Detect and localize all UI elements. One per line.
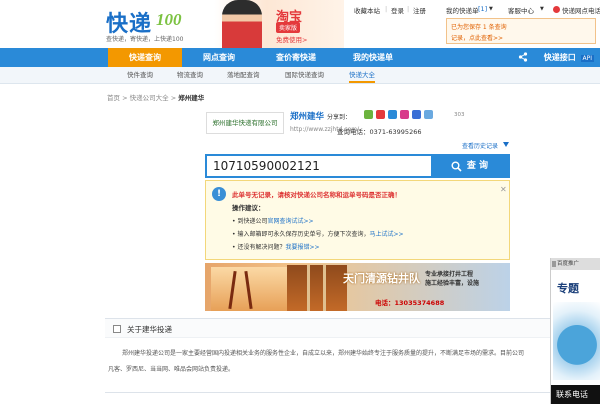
subnav-item-logistics[interactable]: 物流查询 xyxy=(177,67,203,83)
qzone-icon[interactable] xyxy=(364,110,373,119)
suggestion-1-text: • 到快递公司 xyxy=(232,218,268,225)
suggestion-2: • 输入邮箱即可永久保存历史单号，方便下次查询，马上试试>> xyxy=(232,229,404,238)
tencent-weibo-icon[interactable] xyxy=(388,110,397,119)
suggestion-3: • 还没有解决问题？我要报错>> xyxy=(232,242,320,251)
subnav-item-directory[interactable]: 快递大全 xyxy=(349,67,375,83)
tracking-number-input[interactable]: 10710590002121 xyxy=(205,154,433,178)
divider xyxy=(105,392,555,393)
share-label: 分享到： xyxy=(327,114,352,121)
renren-icon[interactable] xyxy=(400,110,409,119)
login-link[interactable]: 登录 xyxy=(391,5,404,15)
subnav-item-last-mile[interactable]: 落地配查询 xyxy=(227,67,260,83)
ad-model-image xyxy=(222,0,262,48)
header-ad-banner[interactable]: 淘宝 卖家版 免费使用> xyxy=(214,0,344,48)
notice-line-2: 记录，点此查看>> xyxy=(451,35,504,42)
about-paragraph-1: 郑州建华投递公司是一家主要经营国内投递相关业务的服务性企业，自成立以来，郑州建华… xyxy=(122,350,525,357)
suggestion-1: • 到快递公司官网查询试试>> xyxy=(232,216,314,225)
report-error-link[interactable]: 我要报错>> xyxy=(285,244,319,251)
try-now-link[interactable]: 马上试试>> xyxy=(369,231,403,238)
saved-records-notice[interactable]: 已为您保存 1 条查询 记录，点此查看>> xyxy=(446,18,596,44)
search-button-label: 查 询 xyxy=(466,161,489,171)
search-button[interactable]: 查 询 xyxy=(433,154,510,178)
share-icon[interactable] xyxy=(518,52,528,62)
ad-line-2: 施工经验丰富，设施 xyxy=(425,280,480,287)
my-check-link[interactable]: 我的快递单 xyxy=(446,5,479,15)
nav-item-price-query[interactable]: 查价寄快递 xyxy=(256,48,336,67)
breadcrumb-separator: > xyxy=(170,94,177,102)
kaixin-icon[interactable] xyxy=(412,110,421,119)
breadcrumb-current: 郑州建华 xyxy=(178,94,205,102)
ad-tag: 百度推广 xyxy=(551,258,600,270)
api-label: 快递接口 xyxy=(543,53,576,62)
info-icon: ! xyxy=(212,187,226,201)
ad-title: 天门清源钻井队 xyxy=(343,272,420,285)
search-icon xyxy=(451,161,462,172)
result-panel: ! 此单号无记录，请核对快递公司名称和运单号码是否正确！ ✕ 操作建议： • 到… xyxy=(205,180,510,260)
api-link[interactable]: 快递接口 API xyxy=(544,48,594,67)
suggestion-3-text: • 还没有解决问题？ xyxy=(232,244,286,251)
ad-tag: 卖家版 xyxy=(276,22,301,33)
company-name: 郑州建华 xyxy=(290,112,325,122)
suggestion-2-text: • 输入邮箱即可永久保存历史单号，方便下次查询， xyxy=(232,231,370,238)
breadcrumb-home[interactable]: 首页 xyxy=(107,94,120,102)
floating-side-ad[interactable]: 百度推广 专题 联系电话 xyxy=(550,258,600,404)
breadcrumb-separator: > xyxy=(122,94,128,102)
side-ad-image xyxy=(553,302,600,380)
ad-line-1: 专业承接打井工程 xyxy=(425,271,474,278)
weibo-icon[interactable] xyxy=(376,110,385,119)
chevron-down-icon[interactable]: ▼ xyxy=(489,6,493,12)
sub-nav: 快件查询 物流查询 落地配查询 国际快递查询 快递大全 xyxy=(0,67,600,84)
ad-badge-icon xyxy=(552,261,556,267)
nav-item-express-query[interactable]: 快递查询 xyxy=(108,48,182,67)
notice-line-1: 已为您保存 1 条查询 xyxy=(451,24,507,31)
chevron-down-icon[interactable] xyxy=(503,142,509,147)
my-check-count: [1] xyxy=(478,5,488,13)
suggestion-header: 操作建议： xyxy=(232,204,265,212)
phone-hint-link[interactable]: 快递网点电话 xyxy=(562,5,600,15)
drilling-ad-banner[interactable]: 天门清源钻井队 专业承接打井工程 施工经验丰富，设施 电话：1303537468… xyxy=(205,263,510,311)
register-link[interactable]: 注册 xyxy=(413,5,426,15)
company-logo[interactable]: 郑州建华快递有限公司 xyxy=(206,112,284,134)
subnav-item-package[interactable]: 快件查询 xyxy=(127,67,153,83)
ad-rig-image-2 xyxy=(287,265,347,311)
nav-item-outlet-query[interactable]: 网点查询 xyxy=(182,48,256,67)
ad-rig-image xyxy=(211,267,291,311)
favorite-link[interactable]: 收藏本站 xyxy=(354,5,380,15)
nav-item-my-orders[interactable]: 我的快递单 xyxy=(336,48,410,67)
chevron-down-icon[interactable]: ▼ xyxy=(540,6,544,12)
top-links: 收藏本站 | 登录 | 注册 我的快递单 [1] ▼ 客服中心 ▼ 快递网点电话 xyxy=(354,5,600,15)
official-site-link[interactable]: 官网查询试试>> xyxy=(267,218,313,225)
api-suffix: API xyxy=(580,55,594,62)
result-error: 此单号无记录，请核对快递公司名称和运单号码是否正确！ xyxy=(232,191,401,199)
company-phone: 查询电话：0371-63995266 xyxy=(337,128,422,136)
customer-center-link[interactable]: 客服中心 xyxy=(508,5,534,15)
about-paragraph-2: 凡客、罗西尼、当当网、唯品会网站负责投递。 xyxy=(108,366,235,373)
about-title: 关于建华投递 xyxy=(127,325,172,334)
ad-tag-text: 百度推广 xyxy=(557,261,580,267)
weibo-icon[interactable] xyxy=(553,6,560,13)
site-logo[interactable]: 快递 100 查快递，寄快递，上快递100 xyxy=(106,6,196,43)
breadcrumb: 首页 > 快递公司大全 > 郑州建华 xyxy=(107,92,204,102)
more-share-icon[interactable] xyxy=(424,110,433,119)
ad-cta: 免费使用> xyxy=(276,36,308,44)
share-count: 303 xyxy=(454,112,465,118)
logo-tagline: 查快递，寄快递，上快递100 xyxy=(106,36,184,43)
logo-number: 100 xyxy=(156,10,182,29)
ad-phone: 电话：13035374688 xyxy=(375,299,445,307)
side-ad-footer: 联系电话 xyxy=(551,385,600,404)
side-ad-title: 专题 xyxy=(557,282,579,295)
document-icon xyxy=(113,325,121,333)
header: 快递 100 查快递，寄快递，上快递100 淘宝 卖家版 免费使用> 收藏本站 … xyxy=(0,0,600,48)
close-icon[interactable]: ✕ xyxy=(500,185,507,194)
breadcrumb-company-list[interactable]: 快递公司大全 xyxy=(130,94,169,102)
history-link[interactable]: 查看历史记录 xyxy=(462,141,498,150)
about-section-header: 关于建华投递 xyxy=(105,318,555,338)
main-nav: 快递查询 网点查询 查价寄快递 我的快递单 快递接口 API xyxy=(0,48,600,67)
subnav-item-international[interactable]: 国际快递查询 xyxy=(285,67,324,83)
